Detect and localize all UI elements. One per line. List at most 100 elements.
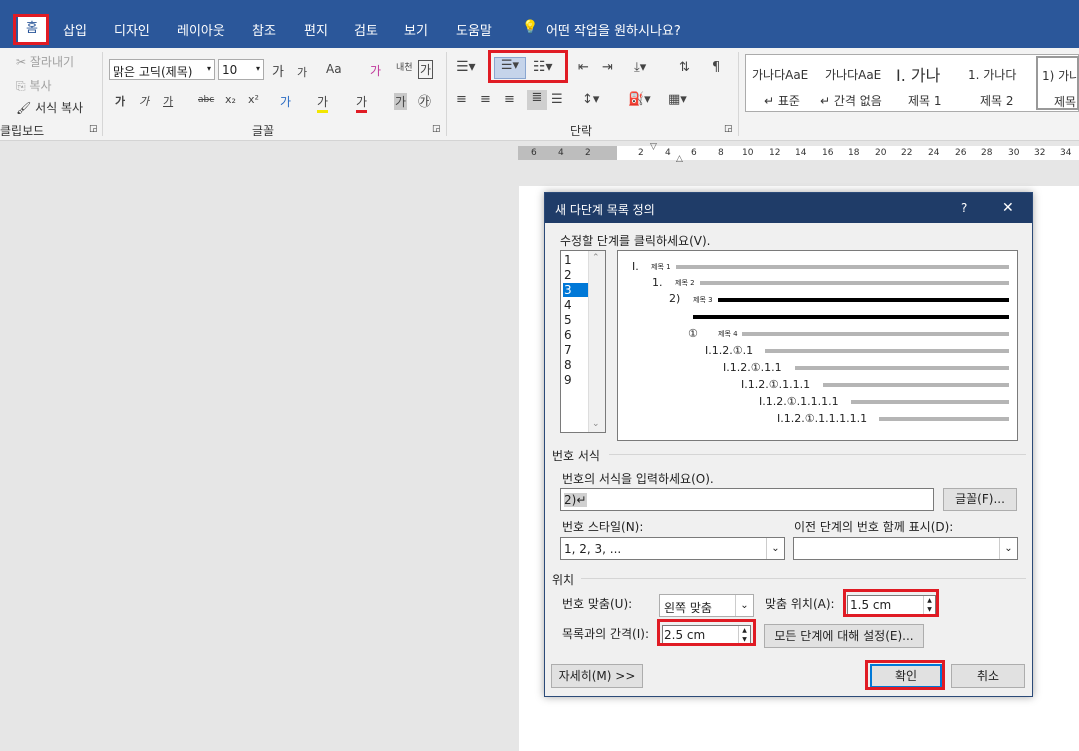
divider bbox=[102, 52, 103, 136]
dialog-launcher-icon[interactable]: ◲ bbox=[724, 124, 733, 134]
include-prev-select[interactable]: ⌄ bbox=[793, 537, 1018, 560]
font-name-select[interactable]: 맑은 고딕(제목) ▾ bbox=[109, 59, 215, 80]
dialog-launcher-icon[interactable]: ◲ bbox=[432, 124, 441, 134]
level-item[interactable]: 7 bbox=[564, 343, 572, 357]
tab-help[interactable]: 도움말 bbox=[456, 20, 492, 39]
scroll-down-icon[interactable]: ⌄ bbox=[592, 419, 600, 429]
tab-references[interactable]: 참조 bbox=[252, 20, 276, 39]
style-heading2-preview[interactable]: 1. 가나다 bbox=[968, 66, 1016, 83]
style-nospacing-name: ↵ 간격 없음 bbox=[820, 94, 882, 108]
preview-line bbox=[851, 400, 1009, 404]
close-icon[interactable]: ✕ bbox=[1002, 200, 1014, 216]
tab-insert[interactable]: 삽입 bbox=[63, 20, 87, 39]
shrink-font-icon[interactable]: 가 bbox=[297, 64, 307, 80]
number-format-section: 번호 서식 bbox=[552, 449, 600, 463]
show-marks-icon[interactable]: ¶ bbox=[712, 60, 720, 75]
sort-icon[interactable]: ⇅ bbox=[679, 60, 690, 75]
ruler-tick: 32 bbox=[1034, 148, 1046, 158]
first-line-indent-marker[interactable]: ▽ bbox=[650, 142, 657, 152]
ribbon-tab-bar: 홈 삽입 디자인 레이아웃 참조 편지 검토 보기 도움말 💡 어떤 작업을 원… bbox=[0, 0, 1079, 48]
style-heading1-preview[interactable]: I. 가나 bbox=[896, 62, 940, 86]
level-item[interactable]: 2 bbox=[564, 268, 572, 282]
copy-button[interactable]: ⎘ 복사 bbox=[16, 77, 52, 94]
font-size-select[interactable]: 10 ▾ bbox=[218, 59, 264, 80]
superscript-icon[interactable]: x² bbox=[248, 93, 259, 106]
number-style-select[interactable]: 1, 2, 3, ... ⌄ bbox=[560, 537, 785, 560]
style-heading3-name: 제목 bbox=[1054, 95, 1077, 109]
dialog-launcher-icon[interactable]: ◲ bbox=[89, 124, 98, 134]
borders-icon[interactable]: ▦▾ bbox=[668, 92, 687, 107]
style-nospacing-preview[interactable]: 가나다AaE bbox=[825, 66, 881, 83]
more-button[interactable]: 자세히(M) >> bbox=[551, 664, 643, 688]
text-effects-icon[interactable]: 가 bbox=[280, 93, 291, 110]
enclose-characters-icon[interactable]: ㉮ bbox=[418, 91, 431, 110]
level-item[interactable]: 4 bbox=[564, 298, 572, 312]
click-level-label: 수정할 단계를 클릭하세요(V). bbox=[560, 234, 711, 248]
shading-icon[interactable]: ⛽▾ bbox=[628, 92, 651, 107]
set-all-levels-button[interactable]: 모든 단계에 대해 설정(E)... bbox=[764, 624, 924, 648]
align-left-icon[interactable]: ≡ bbox=[456, 92, 467, 107]
divider bbox=[581, 578, 1026, 579]
decrease-indent-icon[interactable]: ⇤ bbox=[578, 60, 589, 75]
level-item-selected[interactable]: 3 bbox=[563, 283, 589, 297]
asian-layout-icon[interactable]: ⤓▾ bbox=[634, 60, 646, 75]
phonetic-guide-icon[interactable]: 내천 bbox=[396, 60, 413, 73]
line-spacing-icon[interactable]: ↕▾ bbox=[582, 92, 599, 107]
font-button[interactable]: 글꼴(F)... bbox=[943, 488, 1017, 511]
chevron-down-icon[interactable]: ⌄ bbox=[999, 538, 1017, 559]
chevron-down-icon[interactable]: ⌄ bbox=[735, 595, 753, 616]
position-section: 위치 bbox=[552, 573, 575, 587]
strikethrough-icon[interactable]: abc bbox=[198, 95, 214, 105]
style-heading1-name: 제목 1 bbox=[908, 94, 942, 108]
level-item[interactable]: 5 bbox=[564, 313, 572, 327]
tell-me-box[interactable]: 어떤 작업을 원하시나요? bbox=[546, 20, 681, 39]
tab-layout[interactable]: 레이아웃 bbox=[177, 20, 225, 39]
bullets-icon[interactable]: ☰▾ bbox=[456, 59, 476, 75]
preview-number: ① bbox=[688, 327, 698, 340]
align-right-icon[interactable]: ≡ bbox=[504, 92, 515, 107]
format-painter-button[interactable]: 🖌 서식 복사 bbox=[16, 99, 83, 116]
font-color-icon[interactable]: 가 bbox=[356, 93, 368, 113]
bold-icon[interactable]: 가 bbox=[115, 93, 125, 109]
cancel-button[interactable]: 취소 bbox=[951, 664, 1025, 688]
tab-review[interactable]: 검토 bbox=[354, 20, 378, 39]
align-center-icon[interactable]: ≡ bbox=[480, 92, 491, 107]
tab-view[interactable]: 보기 bbox=[404, 20, 428, 39]
preview-line-bold bbox=[693, 315, 1009, 319]
level-item[interactable]: 6 bbox=[564, 328, 572, 342]
justify-icon[interactable]: ≣ bbox=[527, 90, 547, 110]
increase-indent-icon[interactable]: ⇥ bbox=[602, 60, 613, 75]
style-heading3-tile[interactable]: 1) 가나 제목 bbox=[1036, 56, 1079, 110]
number-style-label: 번호 스타일(N): bbox=[562, 520, 644, 534]
style-normal-preview[interactable]: 가나다AaE bbox=[752, 66, 808, 83]
cut-button[interactable]: ✂ 잘라내기 bbox=[16, 53, 74, 70]
distributed-icon[interactable]: ☰ bbox=[551, 92, 563, 107]
clear-format-icon[interactable]: 가 bbox=[370, 62, 381, 79]
preview-line bbox=[742, 332, 1009, 336]
highlight-icon[interactable]: 가 bbox=[317, 93, 329, 113]
ruler-tick: 14 bbox=[795, 148, 807, 158]
subscript-icon[interactable]: x₂ bbox=[225, 93, 236, 106]
chevron-down-icon[interactable]: ⌄ bbox=[766, 538, 784, 559]
level-item[interactable]: 9 bbox=[564, 373, 572, 387]
character-shading-icon[interactable]: 가 bbox=[394, 93, 408, 110]
lightbulb-icon: 💡 bbox=[522, 20, 539, 35]
underline-icon[interactable]: 가 bbox=[163, 93, 173, 109]
number-format-input[interactable]: 2)↵ bbox=[560, 488, 934, 511]
help-button[interactable]: ? bbox=[961, 201, 967, 215]
ruler-tick: 8 bbox=[718, 148, 724, 158]
tab-design[interactable]: 디자인 bbox=[114, 20, 150, 39]
change-case-icon[interactable]: Aa bbox=[326, 62, 342, 76]
scroll-up-icon[interactable]: ⌃ bbox=[592, 253, 600, 263]
preview-text: 제목 2 bbox=[675, 279, 695, 287]
level-list[interactable]: 1 2 3 4 5 6 7 8 9 ⌃ ⌄ bbox=[560, 250, 606, 433]
tab-mailings[interactable]: 편지 bbox=[304, 20, 328, 39]
character-border-icon[interactable]: 가 bbox=[418, 60, 434, 79]
level-item[interactable]: 8 bbox=[564, 358, 572, 372]
alignment-select[interactable]: 왼쪽 맞춤 ⌄ bbox=[659, 594, 754, 617]
hanging-indent-marker[interactable]: △ bbox=[676, 154, 683, 164]
italic-icon[interactable]: 가 bbox=[139, 93, 149, 109]
level-item[interactable]: 1 bbox=[564, 253, 572, 267]
grow-font-icon[interactable]: 가 bbox=[272, 61, 284, 80]
level-scrollbar[interactable]: ⌃ ⌄ bbox=[588, 251, 605, 432]
